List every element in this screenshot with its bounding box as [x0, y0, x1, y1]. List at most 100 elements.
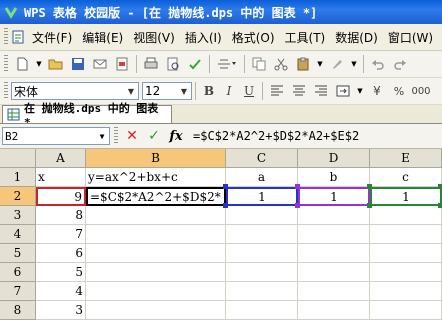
bold-button[interactable]: B	[199, 82, 219, 100]
column-header-b[interactable]: B	[86, 149, 226, 168]
cell-d3[interactable]	[298, 206, 370, 225]
menu-file[interactable]: 文件(F)	[27, 29, 77, 46]
menu-data[interactable]: 数据(D)	[330, 29, 383, 46]
column-header-d[interactable]: D	[298, 149, 370, 168]
range-handle[interactable]	[223, 184, 228, 189]
new-file-icon[interactable]	[13, 55, 31, 73]
cell-e8[interactable]	[370, 301, 442, 320]
column-header-e[interactable]: E	[370, 149, 442, 168]
cell-a6[interactable]: 5	[36, 263, 86, 282]
cell-a7[interactable]: 4	[36, 282, 86, 301]
range-handle[interactable]	[295, 203, 300, 208]
row-header-1[interactable]: 1	[0, 168, 36, 187]
menu-doc-icon[interactable]	[11, 30, 25, 44]
cell-a5[interactable]: 6	[36, 244, 86, 263]
cell-c7[interactable]	[226, 282, 298, 301]
menu-edit[interactable]: 编辑(E)	[77, 29, 128, 46]
brush-icon[interactable]	[328, 55, 346, 73]
merge-center-icon[interactable]	[334, 82, 352, 100]
cut-icon[interactable]	[272, 55, 290, 73]
row-header-8[interactable]: 8	[0, 301, 36, 320]
cell-b5[interactable]	[86, 244, 226, 263]
brush-dropdown-icon[interactable]: ▼	[350, 55, 358, 73]
cell-d7[interactable]	[298, 282, 370, 301]
cell-c5[interactable]	[226, 244, 298, 263]
export-pdf-icon[interactable]	[113, 55, 131, 73]
cell-a3[interactable]: 8	[36, 206, 86, 225]
insert-function-icon[interactable]: fx	[165, 126, 187, 146]
paste-icon[interactable]	[294, 55, 312, 73]
row-header-2[interactable]: 2	[0, 187, 36, 206]
row-header-6[interactable]: 6	[0, 263, 36, 282]
cell-c8[interactable]	[226, 301, 298, 320]
mail-icon[interactable]	[91, 55, 109, 73]
cancel-edit-icon[interactable]: ✕	[121, 126, 143, 146]
print-icon[interactable]	[142, 55, 160, 73]
cell-b7[interactable]	[86, 282, 226, 301]
italic-button[interactable]: I	[219, 82, 239, 100]
open-folder-icon[interactable]	[47, 55, 65, 73]
cell-b8[interactable]	[86, 301, 226, 320]
merge-dropdown-icon[interactable]: ▼	[356, 82, 364, 100]
cell-c2[interactable]: 1	[226, 187, 298, 206]
align-center-icon[interactable]	[290, 82, 308, 100]
format-painter-icon[interactable]	[215, 55, 239, 73]
cell-c1[interactable]: a	[226, 168, 298, 187]
formula-input[interactable]: =$C$2*A2^2+$D$2*A2+$E$2	[193, 129, 359, 143]
paste-dropdown-icon[interactable]: ▼	[316, 55, 324, 73]
select-all-corner[interactable]	[0, 149, 36, 168]
row-header-7[interactable]: 7	[0, 282, 36, 301]
cell-a4[interactable]: 7	[36, 225, 86, 244]
menu-view[interactable]: 视图(V)	[128, 29, 180, 46]
cell-e7[interactable]	[370, 282, 442, 301]
cell-d6[interactable]	[298, 263, 370, 282]
menu-tools[interactable]: 工具(T)	[280, 29, 331, 46]
chevron-down-icon[interactable]: ▼	[124, 83, 138, 99]
column-header-c[interactable]: C	[226, 149, 298, 168]
menu-window[interactable]: 窗口(W)	[383, 29, 438, 46]
currency-icon[interactable]: ¥	[368, 82, 386, 100]
undo-icon[interactable]	[369, 55, 387, 73]
spreadsheet-grid[interactable]: A B C D E 1 2 3 4 5 6 7 8 x y=ax^2+bx+c …	[0, 149, 442, 322]
cell-d8[interactable]	[298, 301, 370, 320]
cell-e2[interactable]: 1	[370, 187, 442, 206]
cell-a2[interactable]: 9	[36, 187, 86, 206]
row-header-3[interactable]: 3	[0, 206, 36, 225]
cell-b2-active[interactable]: =$C$2*A2^2+$D$2*	[86, 187, 226, 206]
column-header-a[interactable]: A	[36, 149, 86, 168]
cell-e4[interactable]	[370, 225, 442, 244]
cell-b1[interactable]: y=ax^2+bx+c	[86, 168, 226, 187]
cell-e6[interactable]	[370, 263, 442, 282]
thousands-separator-icon[interactable]: 000	[411, 82, 430, 100]
chevron-down-icon[interactable]: ▼	[95, 132, 109, 141]
tab-document[interactable]: 在 抛物线.dps 中的 图表 *	[2, 102, 172, 129]
spellcheck-icon[interactable]	[186, 55, 204, 73]
range-handle[interactable]	[438, 203, 442, 208]
range-handle[interactable]	[438, 184, 442, 189]
cell-b4[interactable]	[86, 225, 226, 244]
menu-insert[interactable]: 插入(I)	[180, 29, 227, 46]
range-handle[interactable]	[367, 203, 372, 208]
range-handle[interactable]	[223, 203, 228, 208]
redo-icon[interactable]	[391, 55, 409, 73]
cell-d4[interactable]	[298, 225, 370, 244]
menu-format[interactable]: 格式(O)	[227, 29, 280, 46]
confirm-edit-icon[interactable]: ✓	[143, 126, 165, 146]
percent-icon[interactable]: %	[390, 82, 408, 100]
cell-c3[interactable]	[226, 206, 298, 225]
cell-e5[interactable]	[370, 244, 442, 263]
cell-d5[interactable]	[298, 244, 370, 263]
align-right-icon[interactable]	[312, 82, 330, 100]
cell-e3[interactable]	[370, 206, 442, 225]
font-name-select[interactable]: 宋体 ▼	[11, 82, 139, 100]
cell-d2[interactable]: 1	[298, 187, 370, 206]
cell-a8[interactable]: 3	[36, 301, 86, 320]
align-left-icon[interactable]	[268, 82, 286, 100]
row-header-4[interactable]: 4	[0, 225, 36, 244]
font-size-select[interactable]: 12 ▼	[142, 82, 192, 100]
new-dropdown-icon[interactable]: ▼	[35, 55, 43, 73]
range-handle[interactable]	[295, 184, 300, 189]
cell-a1[interactable]: x	[36, 168, 86, 187]
cell-e1[interactable]: c	[370, 168, 442, 187]
cell-b3[interactable]	[86, 206, 226, 225]
